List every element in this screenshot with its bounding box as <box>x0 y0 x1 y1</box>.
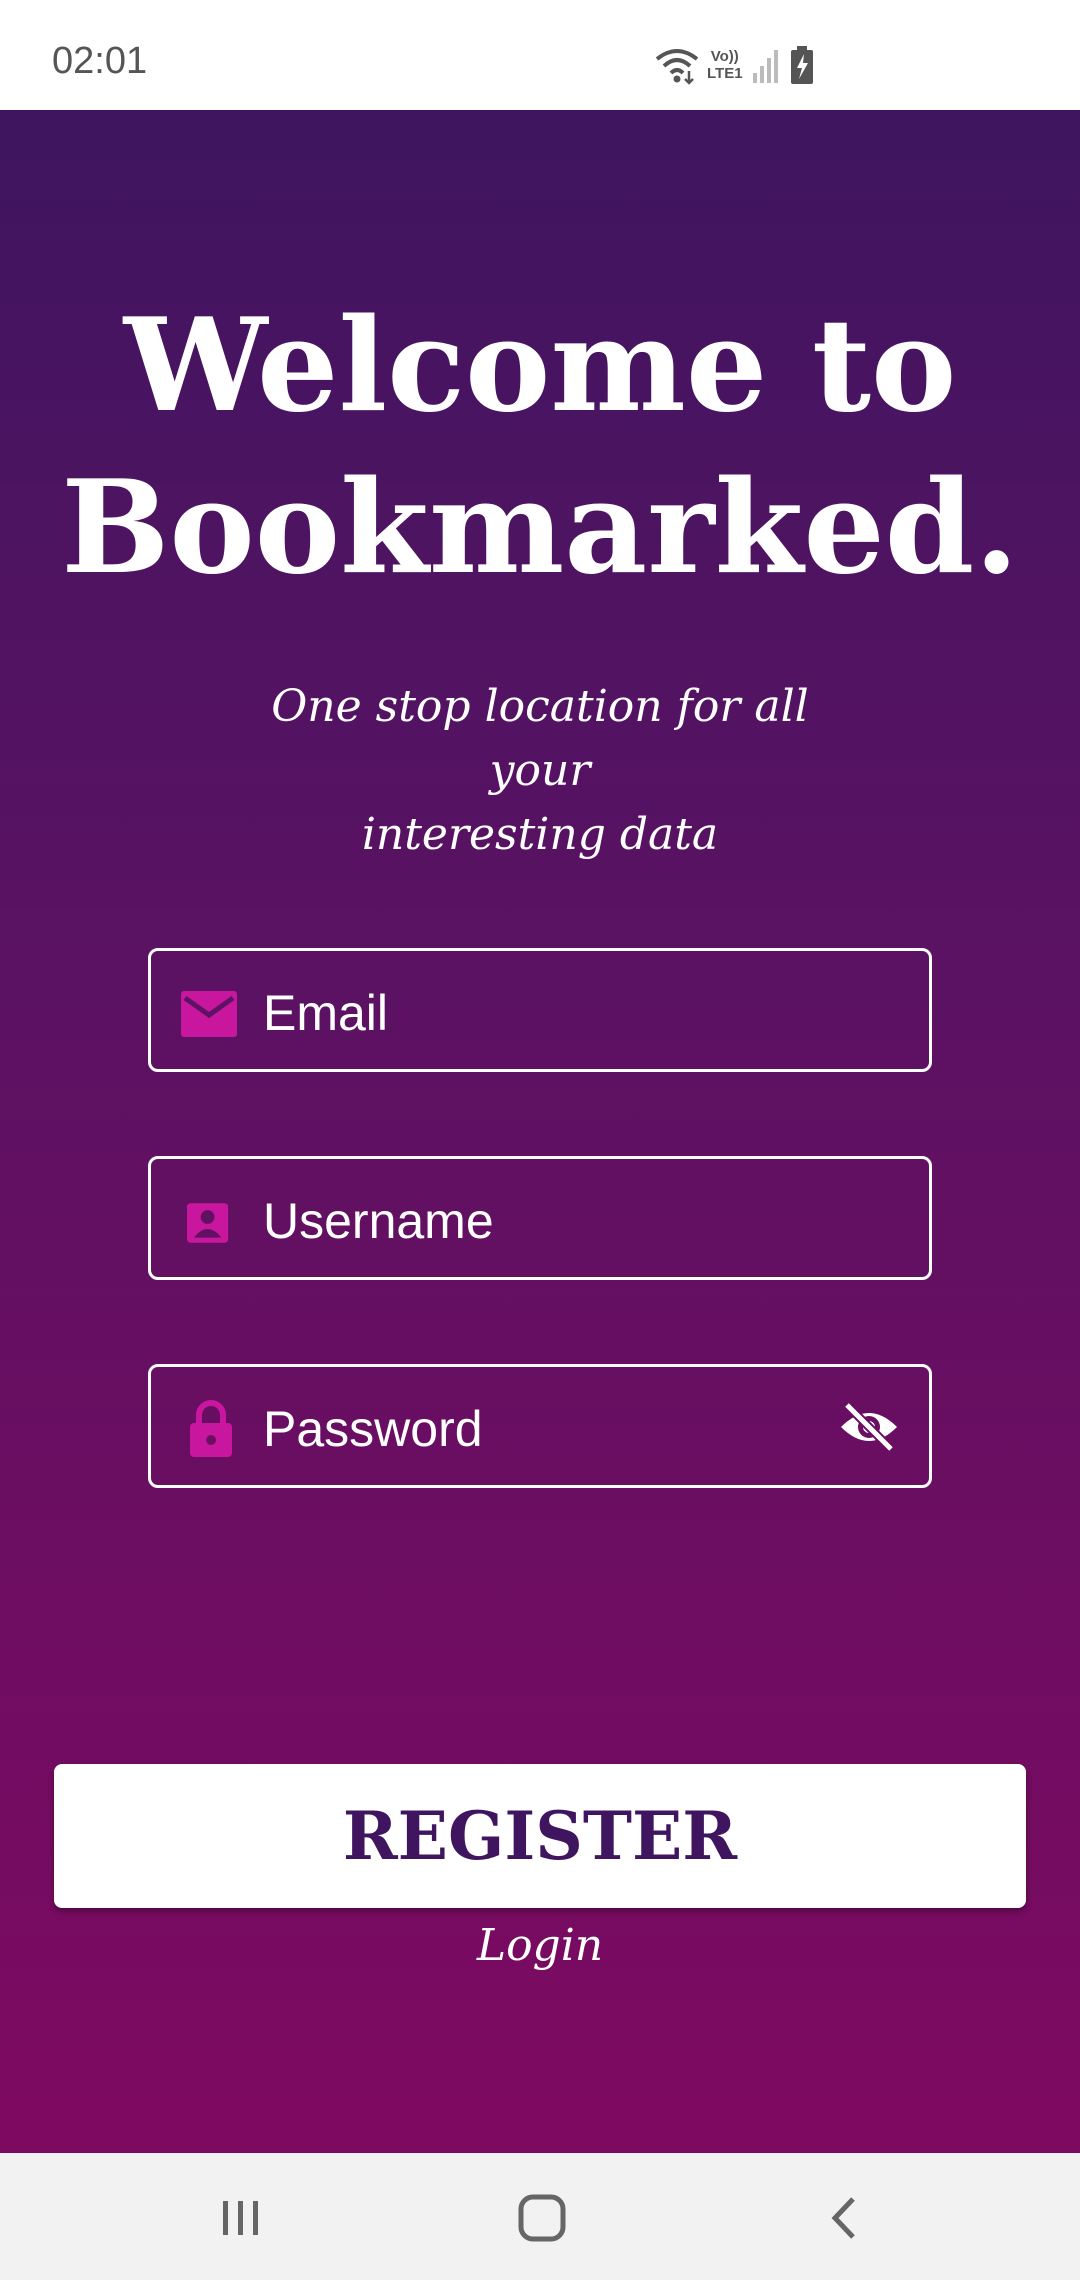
visibility-off-icon[interactable] <box>837 1399 901 1455</box>
register-label: REGISTER <box>342 1797 738 1875</box>
battery-charging-icon <box>790 46 813 84</box>
welcome-subtitle: One stop location for all your interesti… <box>240 675 840 867</box>
home-icon[interactable] <box>512 2193 572 2243</box>
volte-label: Vo)) <box>710 48 739 65</box>
welcome-title-line2: Bookmarked. <box>61 453 1019 603</box>
login-link[interactable]: Login <box>440 1920 640 1971</box>
welcome-title: Welcome to Bookmarked. <box>0 285 1080 609</box>
lock-icon <box>190 1400 232 1457</box>
network-type-label: Vo)) LTE1 <box>707 48 743 82</box>
mail-icon <box>181 991 237 1037</box>
username-field[interactable]: Username <box>148 1156 932 1280</box>
lte-label: LTE1 <box>707 65 743 82</box>
password-placeholder: Password <box>263 1401 483 1457</box>
email-placeholder: Email <box>263 985 389 1041</box>
password-field[interactable]: Password <box>148 1364 932 1488</box>
status-time: 02:01 <box>52 40 148 82</box>
register-button[interactable]: REGISTER <box>54 1764 1026 1908</box>
status-icons: Vo)) LTE1 <box>655 42 815 88</box>
account-box-icon <box>187 1203 229 1243</box>
navigation-bar <box>0 2153 1080 2280</box>
welcome-title-line1: Welcome to <box>123 291 957 441</box>
status-bar: 02:01 Vo)) LTE1 <box>0 0 1080 110</box>
wifi-icon <box>655 49 699 85</box>
recents-icon[interactable] <box>211 2193 271 2243</box>
signal-icon <box>752 50 778 83</box>
main-screen: Welcome to Bookmarked. One stop location… <box>0 110 1080 2153</box>
subtitle-line1: One stop location for all your <box>271 681 809 796</box>
username-placeholder: Username <box>263 1193 494 1249</box>
email-field[interactable]: Email <box>148 948 932 1072</box>
back-icon[interactable] <box>815 2193 875 2243</box>
subtitle-line2: interesting data <box>361 809 719 860</box>
